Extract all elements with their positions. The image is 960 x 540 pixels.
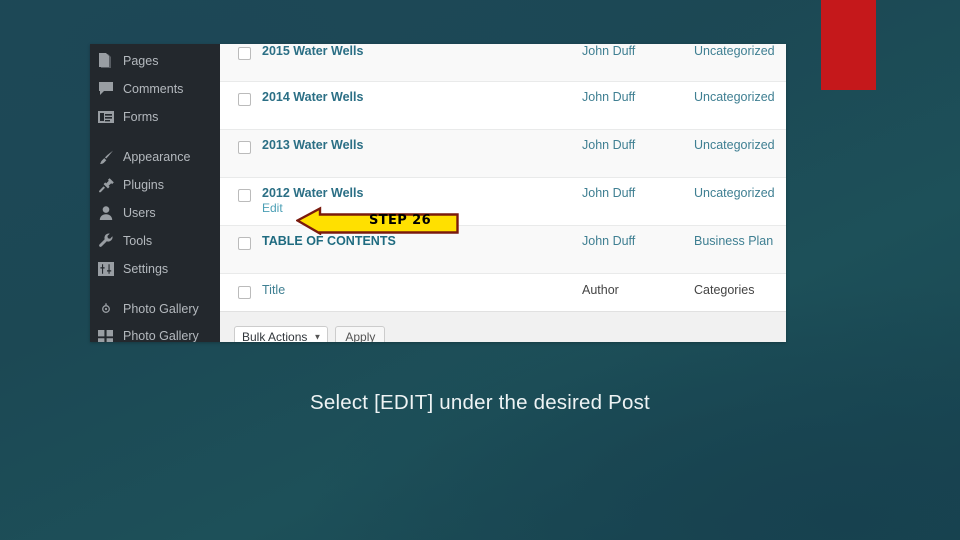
row-category-cell[interactable]: Uncategorized bbox=[694, 90, 786, 104]
row-author-cell[interactable]: John Duff bbox=[582, 186, 694, 200]
post-title-link[interactable]: 2014 Water Wells bbox=[262, 90, 582, 105]
gallery-addons-icon bbox=[98, 329, 114, 342]
row-title-cell: 2015 Water Wells bbox=[262, 44, 582, 59]
row-checkbox[interactable] bbox=[238, 189, 251, 202]
row-category-cell[interactable]: Business Plan bbox=[694, 234, 786, 248]
post-title-link[interactable]: 2013 Water Wells bbox=[262, 138, 582, 153]
sidebar-item-forms[interactable]: Forms bbox=[90, 103, 220, 131]
paintbrush-icon bbox=[98, 149, 114, 165]
sidebar-item-plugins[interactable]: Plugins bbox=[90, 171, 220, 199]
apply-button-label: Apply bbox=[345, 329, 376, 343]
row-title-cell: TABLE OF CONTENTS bbox=[262, 234, 582, 249]
column-header-categories[interactable]: Categories bbox=[694, 283, 786, 297]
user-icon bbox=[98, 205, 114, 221]
row-author-cell[interactable]: John Duff bbox=[582, 44, 694, 58]
sidebar-separator bbox=[90, 131, 220, 143]
table-footer-header-row: Title Author Categories bbox=[220, 274, 786, 312]
sidebar-item-settings[interactable]: Settings bbox=[90, 255, 220, 283]
bulk-actions-value: Bulk Actions bbox=[242, 329, 308, 343]
sidebar-item-pages[interactable]: Pages bbox=[90, 47, 220, 75]
step-label: STEP 26 bbox=[368, 213, 432, 228]
sidebar-item-users[interactable]: Users bbox=[90, 199, 220, 227]
posts-list-content: 2015 Water Wells John Duff Uncategorized… bbox=[220, 44, 786, 342]
sidebar-item-comments[interactable]: Comments bbox=[90, 75, 220, 103]
sidebar-item-label: Photo Gallery Add-ons bbox=[123, 329, 199, 342]
slide-caption: Select [EDIT] under the desired Post bbox=[310, 391, 650, 414]
edit-link[interactable]: Edit bbox=[262, 201, 283, 215]
row-checkbox[interactable] bbox=[238, 47, 251, 60]
table-row[interactable]: 2015 Water Wells John Duff Uncategorized bbox=[220, 44, 786, 82]
table-row[interactable]: 2014 Water Wells John Duff Uncategorized bbox=[220, 82, 786, 130]
bulk-actions-bar: Bulk Actions ▼ Apply bbox=[220, 312, 786, 342]
apply-button[interactable]: Apply bbox=[335, 325, 386, 343]
sidebar-item-label: Settings bbox=[123, 261, 169, 276]
step-callout: STEP 26 bbox=[296, 206, 459, 235]
row-checkbox[interactable] bbox=[238, 93, 251, 106]
post-title-link[interactable]: 2012 Water Wells bbox=[262, 186, 582, 201]
sidebar-item-label: Appearance bbox=[123, 149, 191, 164]
select-all-checkbox[interactable] bbox=[238, 286, 251, 299]
row-category-cell[interactable]: Uncategorized bbox=[694, 186, 786, 200]
wrench-icon bbox=[98, 233, 114, 249]
row-title-cell: 2014 Water Wells bbox=[262, 90, 582, 105]
sidebar-item-label: Tools bbox=[123, 233, 153, 248]
sidebar-item-tools[interactable]: Tools bbox=[90, 227, 220, 255]
row-title-cell: 2013 Water Wells bbox=[262, 138, 582, 153]
sidebar-item-label: Plugins bbox=[123, 177, 164, 192]
posts-table: 2015 Water Wells John Duff Uncategorized… bbox=[220, 44, 786, 312]
row-category-cell[interactable]: Uncategorized bbox=[694, 138, 786, 152]
sidebar-item-label: Pages bbox=[123, 53, 159, 68]
red-accent-block bbox=[821, 0, 876, 90]
plug-icon bbox=[98, 177, 114, 193]
row-author-cell[interactable]: John Duff bbox=[582, 90, 694, 104]
row-checkbox[interactable] bbox=[238, 237, 251, 250]
wp-admin-sidebar: Pages Comments Forms Appearance Plugins … bbox=[90, 44, 220, 342]
wordpress-screenshot: Pages Comments Forms Appearance Plugins … bbox=[90, 44, 786, 342]
sidebar-separator bbox=[90, 283, 220, 295]
comment-bubble-icon bbox=[98, 81, 114, 97]
form-icon bbox=[98, 109, 114, 125]
row-author-cell[interactable]: John Duff bbox=[582, 234, 694, 248]
chevron-down-icon: ▼ bbox=[313, 332, 322, 341]
post-title-link[interactable]: TABLE OF CONTENTS bbox=[262, 234, 582, 249]
bulk-actions-select[interactable]: Bulk Actions ▼ bbox=[234, 325, 329, 343]
sidebar-item-label: Comments bbox=[123, 81, 184, 96]
row-category-cell[interactable]: Uncategorized bbox=[694, 44, 786, 58]
sidebar-item-label: Forms bbox=[123, 109, 159, 124]
sidebar-item-appearance[interactable]: Appearance bbox=[90, 143, 220, 171]
row-author-cell[interactable]: John Duff bbox=[582, 138, 694, 152]
sidebar-item-label: Photo Gallery bbox=[123, 301, 199, 316]
column-header-title[interactable]: Title bbox=[262, 283, 582, 297]
sidebar-item-label: Users bbox=[123, 205, 156, 220]
sliders-icon bbox=[98, 261, 114, 277]
camera-dot-icon bbox=[98, 301, 114, 317]
sidebar-item-photo-gallery-addons[interactable]: Photo Gallery Add-ons bbox=[90, 323, 220, 342]
sidebar-item-photo-gallery[interactable]: Photo Gallery bbox=[90, 295, 220, 323]
post-title-link[interactable]: 2015 Water Wells bbox=[262, 44, 582, 59]
column-header-author[interactable]: Author bbox=[582, 283, 694, 297]
row-checkbox[interactable] bbox=[238, 141, 251, 154]
pages-icon bbox=[98, 53, 114, 69]
table-row[interactable]: 2013 Water Wells John Duff Uncategorized bbox=[220, 130, 786, 178]
